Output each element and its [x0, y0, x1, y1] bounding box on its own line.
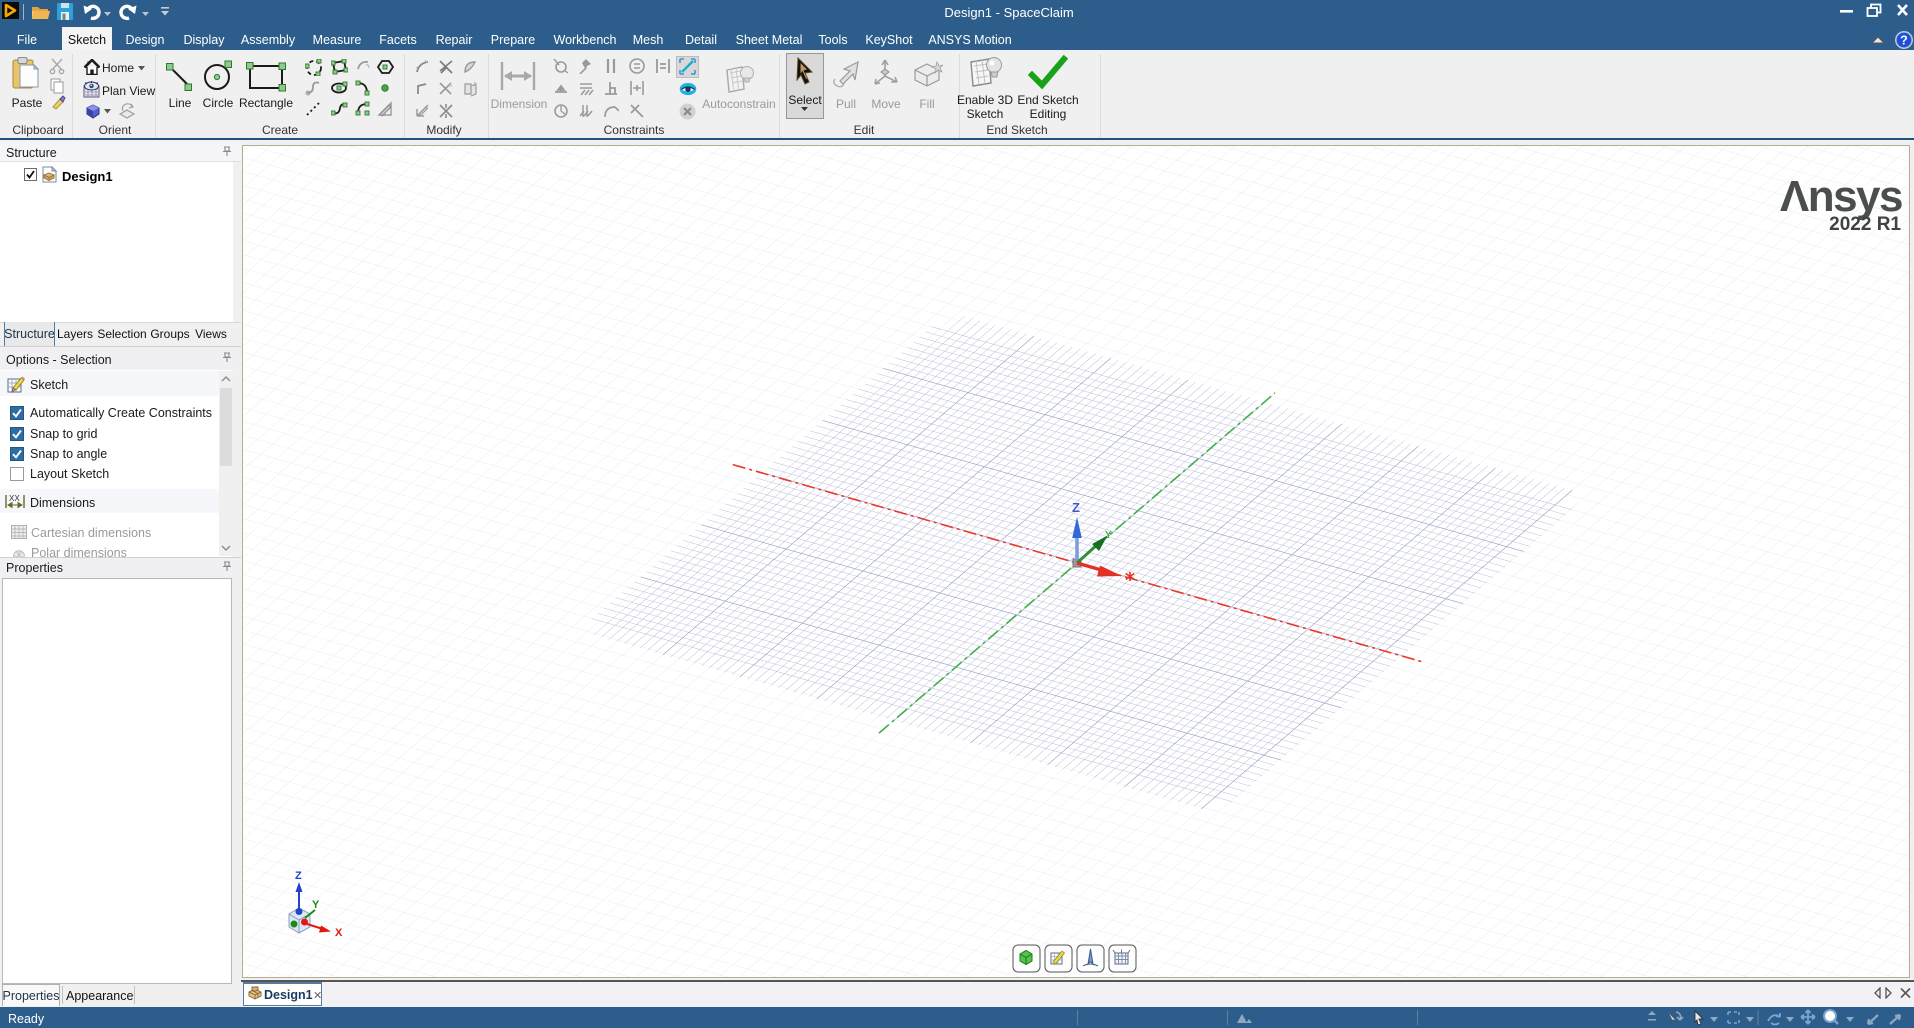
svg-text:Y: Y	[1105, 530, 1112, 541]
svg-text:Z: Z	[1072, 500, 1080, 515]
svg-text:?: ?	[1900, 34, 1908, 48]
svg-text:2022 R1: 2022 R1	[1829, 214, 1901, 235]
svg-text:Z: Z	[295, 870, 302, 882]
svg-text:Y: Y	[312, 899, 320, 911]
svg-text:XX: XX	[9, 494, 20, 503]
svg-text:X: X	[335, 927, 343, 939]
